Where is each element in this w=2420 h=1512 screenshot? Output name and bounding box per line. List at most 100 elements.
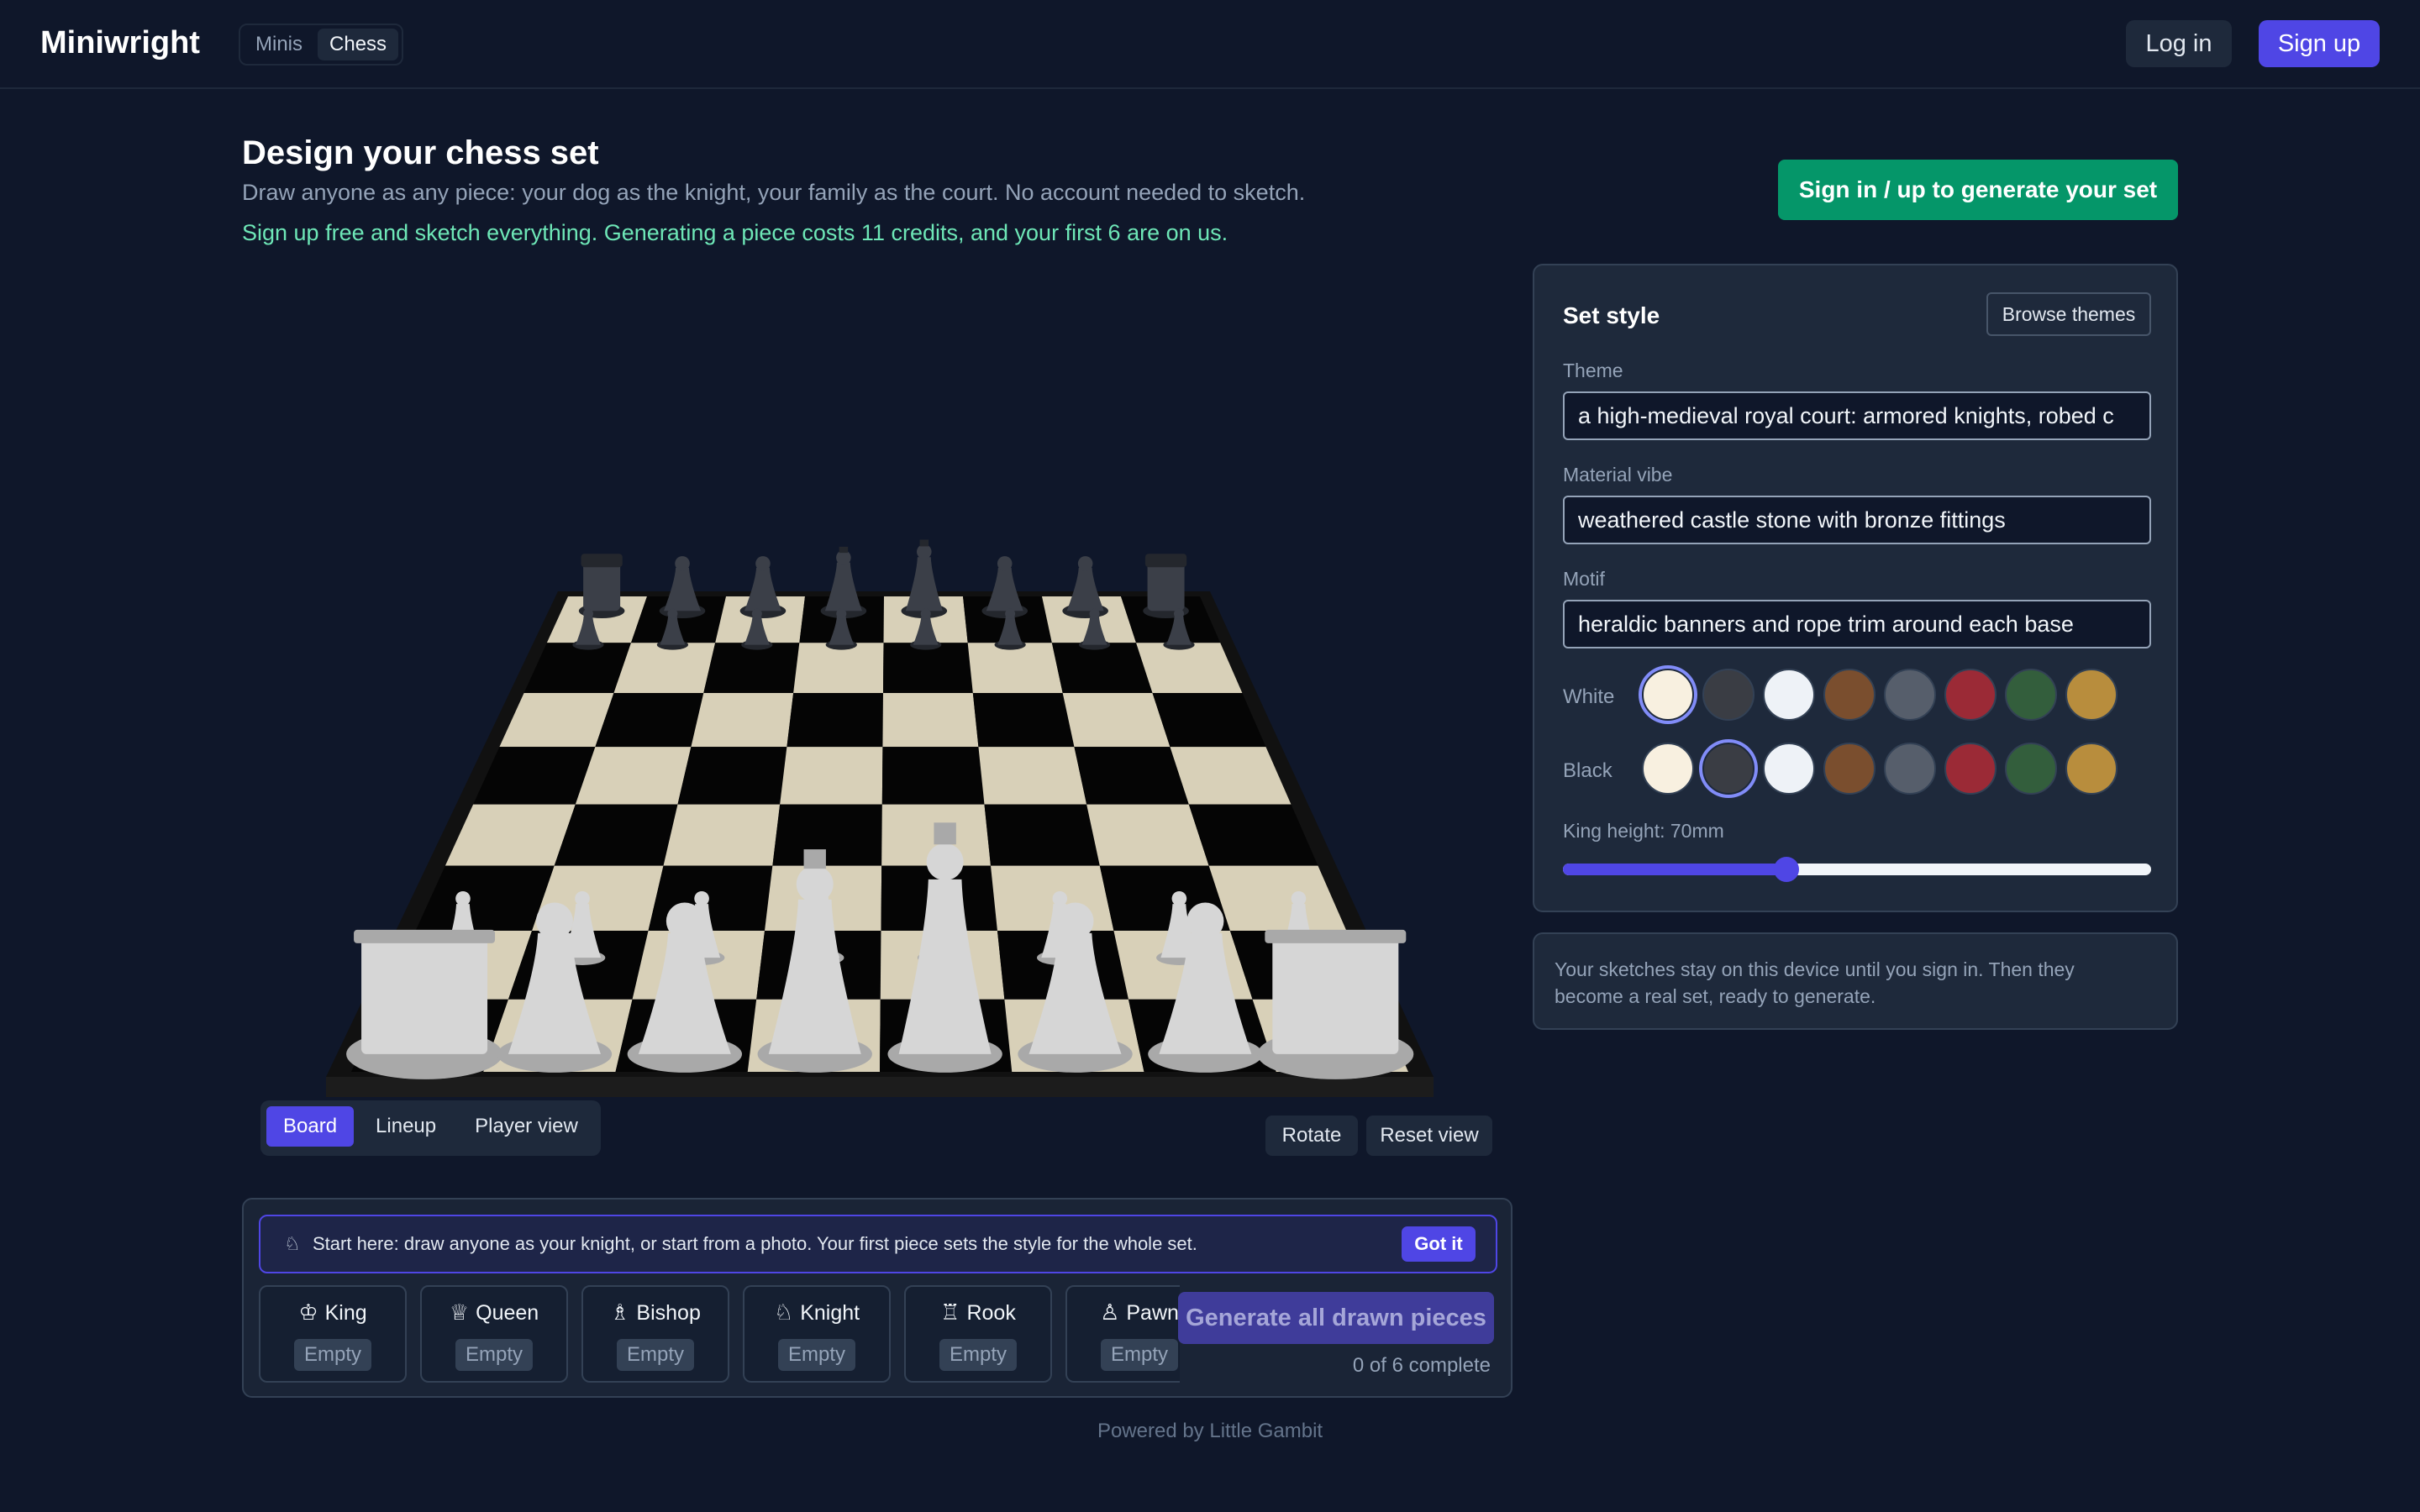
black-swatch[interactable] <box>1823 743 1876 795</box>
board-square <box>691 692 794 748</box>
chess-piece[interactable] <box>578 554 625 619</box>
piece-slot-knight[interactable]: ♘ Knight Empty <box>743 1285 891 1383</box>
pawn-icon: ♙ <box>1100 1300 1120 1326</box>
board-square <box>881 747 985 805</box>
material-label: Material vibe <box>1563 464 1673 486</box>
black-swatch[interactable] <box>2065 743 2118 795</box>
chess-piece[interactable] <box>1257 929 1414 1079</box>
board-square <box>1086 804 1209 866</box>
piece-slot-status: Empty <box>293 1339 372 1371</box>
knight-icon: ♘ <box>773 1300 794 1326</box>
board-square <box>677 747 787 805</box>
board-square <box>772 804 882 866</box>
board-square <box>1051 643 1153 693</box>
signup-button[interactable]: Sign up <box>2259 20 2380 67</box>
white-swatch[interactable] <box>2065 669 2118 721</box>
pieces-panel: ♘ Start here: draw anyone as your knight… <box>242 1198 1512 1398</box>
board-square <box>575 747 692 805</box>
chess-piece[interactable] <box>1062 556 1108 619</box>
white-color-label: White <box>1563 685 1615 708</box>
white-swatch[interactable] <box>1884 669 1936 721</box>
white-swatch[interactable] <box>2005 669 2057 721</box>
chess-piece[interactable] <box>901 539 948 619</box>
black-color-label: Black <box>1563 759 1612 782</box>
white-swatch[interactable] <box>1702 669 1754 721</box>
piece-slot-title: ♕ Queen <box>422 1300 566 1326</box>
tab-lineup-view[interactable]: Lineup <box>359 1106 453 1147</box>
piece-slot-bishop[interactable]: ♗ Bishop Empty <box>581 1285 729 1383</box>
chess-piece[interactable] <box>820 546 867 619</box>
piece-slot-status: Empty <box>455 1339 534 1371</box>
black-swatch[interactable] <box>2005 743 2057 795</box>
piece-slot-name: Knight <box>800 1301 860 1325</box>
piece-slot-name: King <box>324 1301 367 1325</box>
chess-piece[interactable] <box>981 556 1028 619</box>
piece-slot-king[interactable]: ♔ King Empty <box>259 1285 407 1383</box>
board-square <box>793 643 884 693</box>
black-swatch[interactable] <box>1884 743 1936 795</box>
promo-text: Sign up free and sketch everything. Gene… <box>242 220 1228 245</box>
piece-slot-rook[interactable]: ♖ Rook Empty <box>904 1285 1052 1383</box>
white-swatch[interactable] <box>1763 669 1815 721</box>
piece-slot-title: ♔ King <box>260 1300 405 1326</box>
tab-player-view[interactable]: Player view <box>458 1106 595 1147</box>
piece-slot-pawn[interactable]: ♙ Pawn Empty <box>1065 1285 1180 1383</box>
slider-thumb[interactable] <box>1774 857 1799 882</box>
set-style-panel: Set style Browse themes Theme a high-med… <box>1533 264 2178 912</box>
piece-slot-queen[interactable]: ♕ Queen Empty <box>420 1285 568 1383</box>
white-swatch[interactable] <box>1823 669 1876 721</box>
motif-input[interactable]: heraldic banners and rope trim around ea… <box>1563 600 2151 648</box>
sign-in-to-generate-button[interactable]: Sign in / up to generate your set <box>1778 160 2178 220</box>
black-swatch[interactable] <box>1763 743 1815 795</box>
brand-logo[interactable]: Miniwright <box>40 25 200 61</box>
browse-themes-button[interactable]: Browse themes <box>1986 292 2151 336</box>
got-it-button[interactable]: Got it <box>1402 1226 1476 1262</box>
chess-piece[interactable] <box>1143 554 1189 619</box>
piece-slot-strip: ♔ King Empty ♕ Queen Empty ♗ Bishop Empty ♘ Knight… <box>259 1285 1180 1384</box>
chess-piece[interactable] <box>346 929 503 1079</box>
page-subtitle: Draw anyone as any piece: your dog as th… <box>242 180 1306 205</box>
login-button[interactable]: Log in <box>2126 20 2232 67</box>
board-viewport[interactable] <box>242 277 1512 1117</box>
piece-slot-status: Empty <box>939 1339 1018 1371</box>
board-square <box>554 804 678 866</box>
black-swatch[interactable] <box>1702 743 1754 795</box>
piece-slot-status: Empty <box>1100 1339 1179 1371</box>
chess-piece[interactable] <box>659 556 706 619</box>
tab-board-view[interactable]: Board <box>266 1106 355 1147</box>
piece-slot-status: Empty <box>616 1339 695 1371</box>
rook-icon: ♖ <box>940 1300 960 1326</box>
piece-slot-name: Queen <box>476 1301 539 1325</box>
board-square <box>780 747 883 805</box>
board-square <box>595 692 704 748</box>
king-height-slider[interactable] <box>1563 857 2151 882</box>
piece-slot-title: ♘ Knight <box>744 1300 889 1326</box>
board-square <box>613 643 716 693</box>
board-square <box>967 643 1063 693</box>
chess-piece[interactable] <box>739 556 786 619</box>
generate-all-button[interactable]: Generate all drawn pieces <box>1178 1292 1494 1344</box>
reset-view-button[interactable]: Reset view <box>1366 1116 1492 1156</box>
board-square <box>984 804 1100 866</box>
chess-board-3d[interactable] <box>242 277 1512 1117</box>
page-title: Design your chess set <box>242 134 599 171</box>
material-input[interactable]: weathered castle stone with bronze fitti… <box>1563 496 2151 544</box>
black-color-picker <box>1642 743 2118 795</box>
theme-label: Theme <box>1563 360 1623 381</box>
black-swatch[interactable] <box>1944 743 1996 795</box>
board-square <box>978 747 1087 805</box>
tab-minis[interactable]: Minis <box>244 29 314 60</box>
onboarding-hint: ♘ Start here: draw anyone as your knight… <box>259 1215 1497 1273</box>
white-swatch[interactable] <box>1642 669 1694 721</box>
white-swatch[interactable] <box>1944 669 1996 721</box>
note-text: Your sketches stay on this device until … <box>1555 958 2075 1007</box>
board-square <box>663 804 781 866</box>
rotate-button[interactable]: Rotate <box>1265 1116 1358 1156</box>
black-swatch[interactable] <box>1642 743 1694 795</box>
view-switcher: Board Lineup Player view <box>260 1100 601 1156</box>
progress-text: 0 of 6 complete <box>1352 1354 1491 1377</box>
theme-input[interactable]: a high-medieval royal court: armored kni… <box>1563 391 2151 440</box>
board-square <box>786 692 883 748</box>
tab-chess[interactable]: Chess <box>318 29 399 60</box>
board-square <box>972 692 1075 748</box>
